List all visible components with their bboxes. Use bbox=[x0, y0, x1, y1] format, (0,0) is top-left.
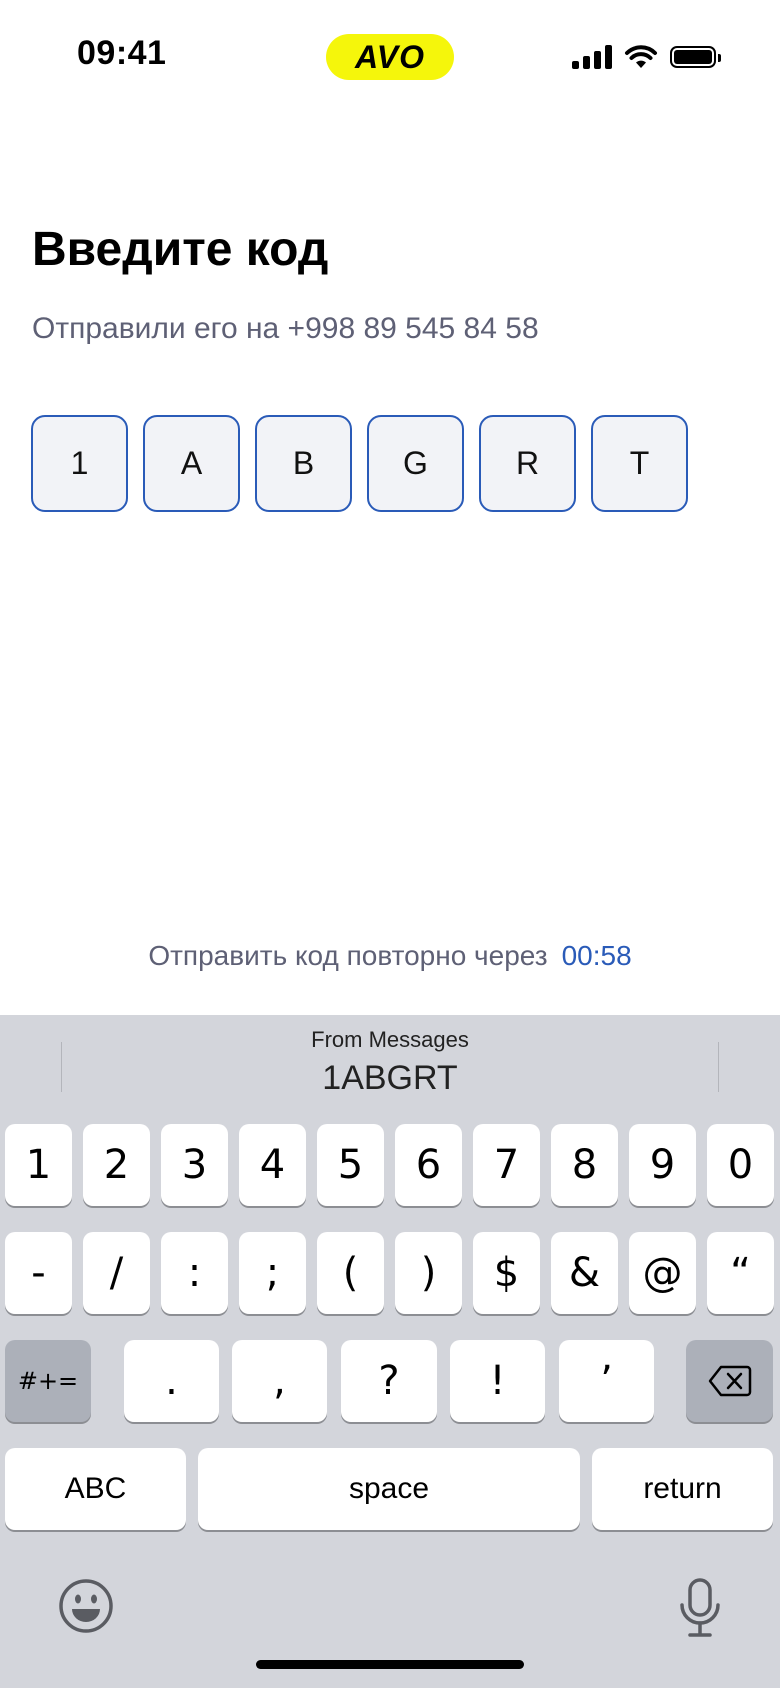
delete-icon bbox=[708, 1365, 751, 1397]
key-hyphen[interactable]: - bbox=[5, 1232, 72, 1314]
key-quote[interactable]: “ bbox=[707, 1232, 774, 1314]
key-9[interactable]: 9 bbox=[629, 1124, 696, 1206]
resend-label: Отправить код повторно через bbox=[148, 940, 548, 971]
key-dollar[interactable]: $ bbox=[473, 1232, 540, 1314]
key-question[interactable]: ? bbox=[341, 1340, 437, 1422]
key-2[interactable]: 2 bbox=[83, 1124, 150, 1206]
code-cell[interactable]: T bbox=[591, 415, 688, 512]
home-indicator bbox=[256, 1660, 524, 1669]
code-cell[interactable]: A bbox=[143, 415, 240, 512]
key-semicolon[interactable]: ; bbox=[239, 1232, 306, 1314]
brand-logo: AVO bbox=[326, 34, 454, 80]
emoji-icon[interactable] bbox=[58, 1578, 114, 1634]
symbols-key[interactable]: #+= bbox=[5, 1340, 91, 1422]
key-7[interactable]: 7 bbox=[473, 1124, 540, 1206]
key-5[interactable]: 5 bbox=[317, 1124, 384, 1206]
resend-code-row: Отправить код повторно через 00:58 bbox=[0, 940, 780, 972]
page-title: Введите код bbox=[32, 223, 329, 276]
space-key[interactable]: space bbox=[198, 1448, 580, 1530]
key-exclamation[interactable]: ! bbox=[450, 1340, 545, 1422]
suggestion-code[interactable]: 1ABGRT bbox=[0, 1059, 780, 1098]
signal-icon bbox=[572, 45, 612, 69]
keyboard: From Messages 1ABGRT 1 2 3 4 5 6 7 8 9 0… bbox=[0, 1015, 780, 1688]
key-period[interactable]: . bbox=[124, 1340, 219, 1422]
delete-button[interactable] bbox=[686, 1340, 773, 1422]
key-6[interactable]: 6 bbox=[395, 1124, 462, 1206]
key-ampersand[interactable]: & bbox=[551, 1232, 618, 1314]
key-at[interactable]: @ bbox=[629, 1232, 696, 1314]
key-close-paren[interactable]: ) bbox=[395, 1232, 462, 1314]
suggestion-source: From Messages bbox=[311, 1027, 469, 1052]
key-1[interactable]: 1 bbox=[5, 1124, 72, 1206]
autofill-suggestion[interactable]: From Messages 1ABGRT bbox=[0, 1015, 780, 1115]
key-colon[interactable]: : bbox=[161, 1232, 228, 1314]
return-key[interactable]: return bbox=[592, 1448, 773, 1530]
microphone-icon[interactable] bbox=[676, 1577, 724, 1639]
status-icons bbox=[572, 44, 721, 70]
code-cell[interactable]: B bbox=[255, 415, 352, 512]
abc-key[interactable]: ABC bbox=[5, 1448, 186, 1530]
key-open-paren[interactable]: ( bbox=[317, 1232, 384, 1314]
resend-timer: 00:58 bbox=[561, 940, 632, 971]
wifi-icon bbox=[625, 45, 657, 68]
battery-icon bbox=[670, 46, 721, 68]
code-input-row[interactable]: 1 A B G R T bbox=[31, 415, 688, 512]
key-slash[interactable]: / bbox=[83, 1232, 150, 1314]
code-cell[interactable]: G bbox=[367, 415, 464, 512]
code-cell[interactable]: 1 bbox=[31, 415, 128, 512]
key-4[interactable]: 4 bbox=[239, 1124, 306, 1206]
key-apostrophe[interactable]: ’ bbox=[559, 1340, 654, 1422]
status-time: 09:41 bbox=[77, 34, 167, 72]
page-subtitle: Отправили его на +998 89 545 84 58 bbox=[32, 312, 539, 345]
key-8[interactable]: 8 bbox=[551, 1124, 618, 1206]
code-cell[interactable]: R bbox=[479, 415, 576, 512]
key-comma[interactable]: , bbox=[232, 1340, 327, 1422]
key-0[interactable]: 0 bbox=[707, 1124, 774, 1206]
key-3[interactable]: 3 bbox=[161, 1124, 228, 1206]
